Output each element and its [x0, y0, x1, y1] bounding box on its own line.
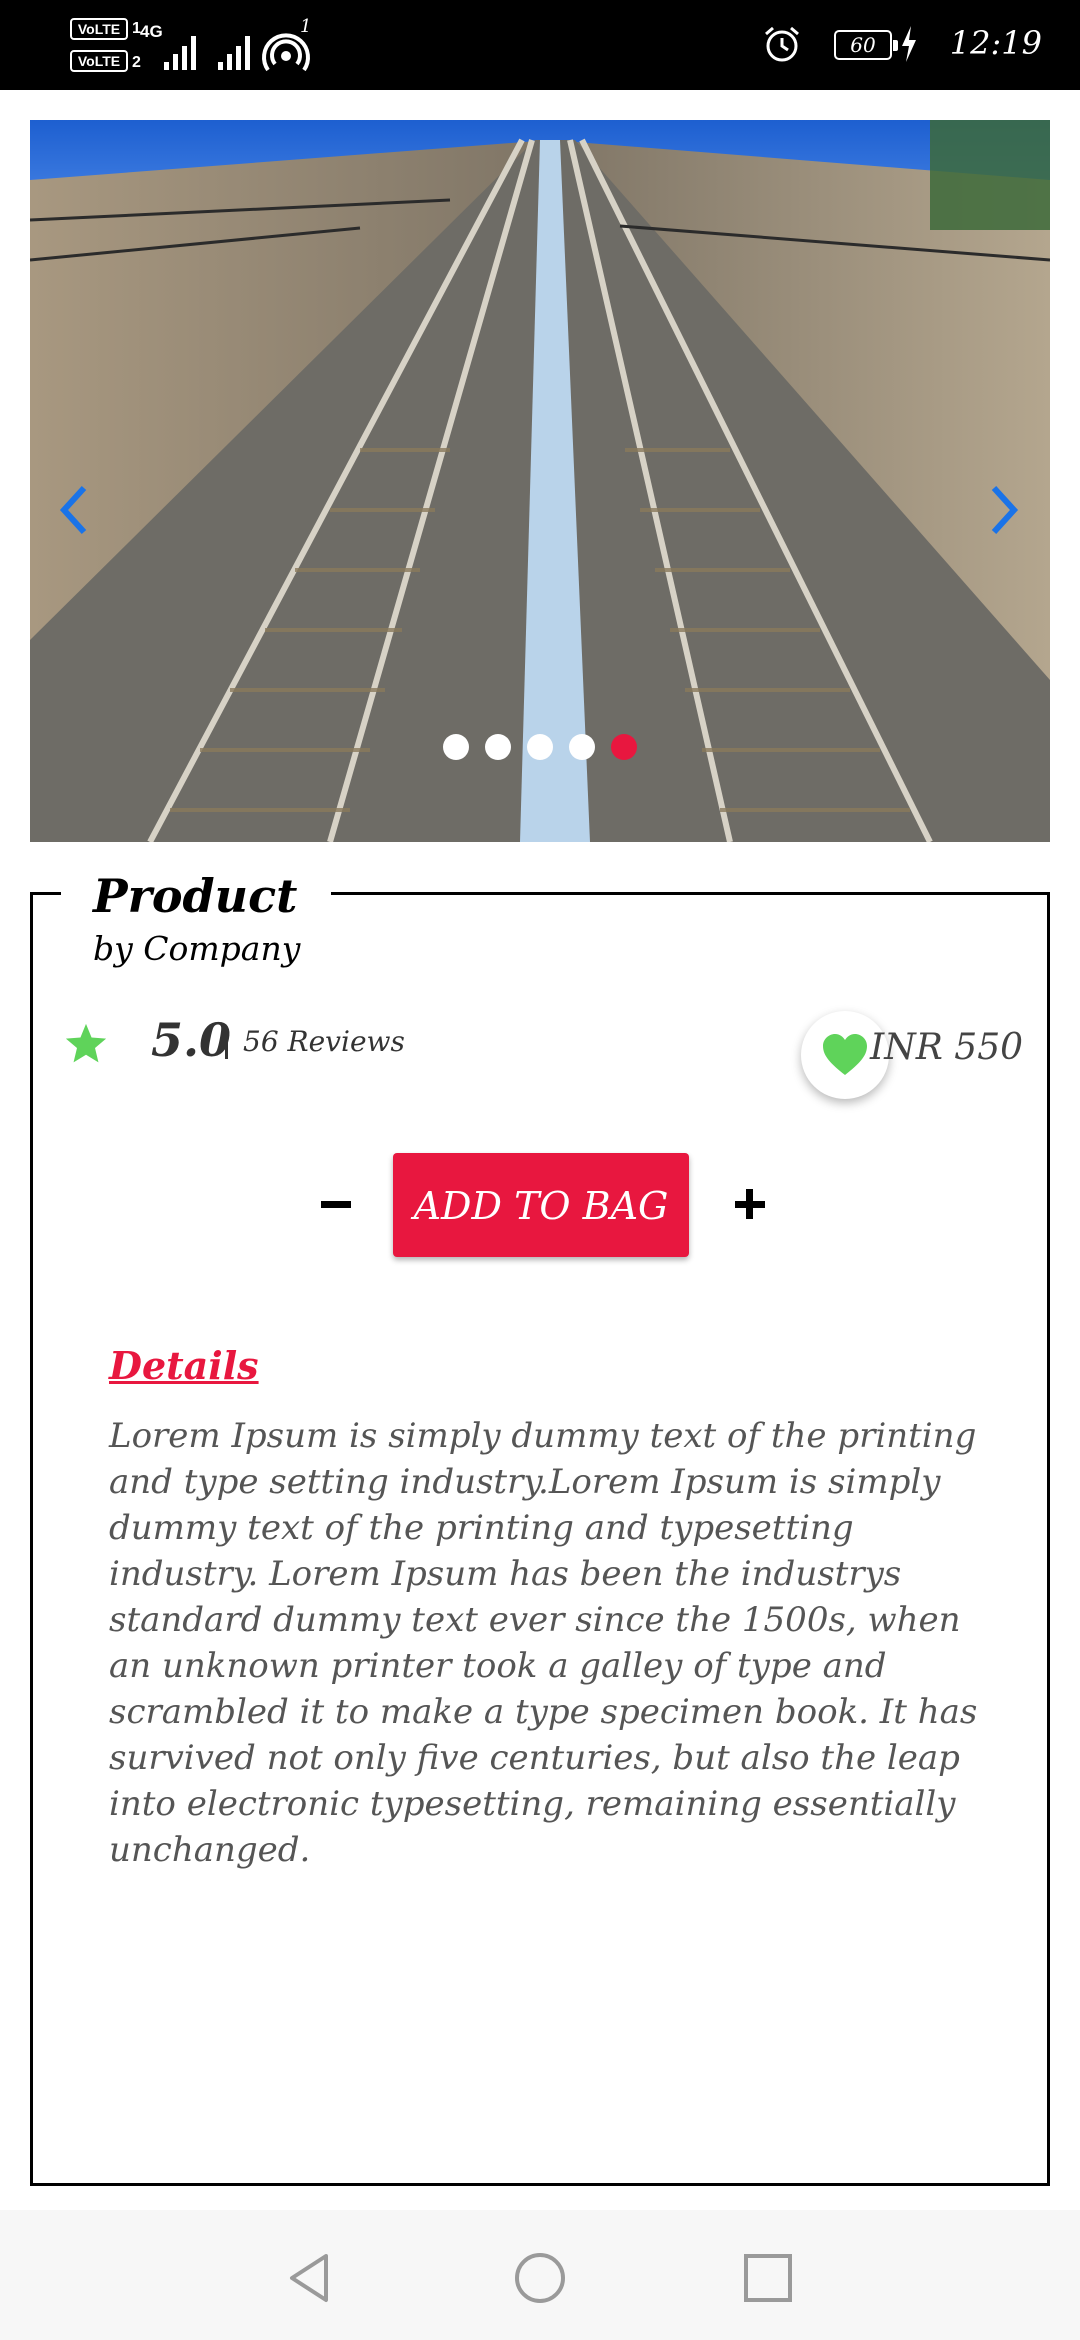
- pagination-dot[interactable]: [443, 734, 469, 760]
- recent-apps-icon[interactable]: [740, 2250, 796, 2306]
- charging-icon: [902, 26, 916, 62]
- details-text: Lorem Ipsum is simply dummy text of the …: [109, 1416, 978, 1870]
- chevron-right-icon[interactable]: [984, 480, 1024, 540]
- star-icon: [65, 1023, 107, 1063]
- pagination-dot[interactable]: [527, 734, 553, 760]
- pagination-dot-active[interactable]: [611, 734, 637, 760]
- heart-icon: [823, 1034, 867, 1075]
- clock: 12:19: [949, 24, 1042, 62]
- network-type: 4G: [140, 22, 163, 41]
- back-icon[interactable]: [282, 2250, 338, 2306]
- rating-divider: [225, 1029, 228, 1059]
- alarm-icon: [765, 26, 799, 62]
- product-image-carousel[interactable]: [30, 120, 1050, 842]
- rating-row: 5.0 56 Reviews INR 550: [63, 1011, 1023, 1099]
- volte-badge-sim2: VoLTE: [70, 50, 128, 72]
- home-icon[interactable]: [512, 2250, 568, 2306]
- increment-button[interactable]: [733, 1187, 767, 1221]
- cart-controls: ADD TO BAG: [33, 1153, 1047, 1259]
- chevron-left-icon[interactable]: [54, 480, 94, 540]
- add-to-bag-button[interactable]: ADD TO BAG: [393, 1153, 689, 1257]
- details-heading[interactable]: Details: [109, 1343, 259, 1388]
- product-company: by Company: [93, 929, 301, 968]
- hotspot-count: 1: [300, 16, 312, 37]
- decrement-button[interactable]: [319, 1187, 353, 1221]
- status-bar: VoLTE 1 4G VoLTE 2 1 60 12:19: [0, 0, 1080, 90]
- product-price: INR 550: [870, 1027, 1023, 1068]
- pagination-dot[interactable]: [485, 734, 511, 760]
- product-card: Product by Company 5.0 56 Reviews INR 55…: [30, 869, 1050, 2186]
- carousel-pagination: [30, 734, 1050, 760]
- rating-value: 5.0: [151, 1013, 232, 1067]
- review-count[interactable]: 56 Reviews: [243, 1025, 405, 1058]
- signal-sim2-icon: [218, 36, 250, 70]
- signal-sim1-icon: [164, 36, 196, 70]
- pagination-dot[interactable]: [569, 734, 595, 760]
- sim2-number: 2: [132, 54, 141, 71]
- volte-badge-sim1: VoLTE: [70, 18, 128, 40]
- navigation-bar: [0, 2210, 1080, 2340]
- product-title: Product: [61, 869, 332, 923]
- battery-icon: 60: [834, 30, 898, 60]
